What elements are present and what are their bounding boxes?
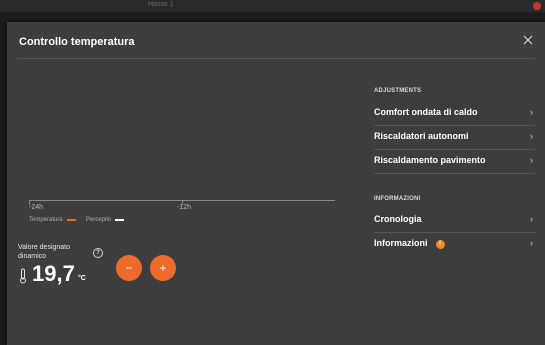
legend-label: Percepito — [86, 217, 112, 223]
row-label: Riscaldatori autonomi — [374, 131, 469, 141]
help-icon[interactable]: ? — [93, 248, 103, 258]
row-divider — [374, 173, 535, 174]
dialog-title: Controllo temperatura — [19, 36, 135, 48]
background-window-bar: Hasse 1 — [0, 0, 545, 12]
header-divider — [17, 58, 535, 59]
background-window-title: Hasse 1 — [148, 1, 174, 8]
row-riscaldamento-pavimento[interactable]: Riscaldamento pavimento › — [374, 150, 535, 174]
chevron-right-icon: › — [530, 155, 533, 165]
legend-swatch — [115, 219, 125, 221]
chevron-right-icon: › — [530, 214, 533, 224]
chevron-right-icon: › — [530, 131, 533, 141]
chevron-right-icon: › — [530, 238, 533, 248]
decrease-button[interactable]: − — [116, 255, 142, 281]
temperature-control-dialog: Controllo temperatura -24h -12h Temperat… — [7, 22, 545, 345]
legend-item-temperatura: Temperatura — [29, 217, 76, 223]
legend-label: Temperatura — [29, 217, 63, 223]
row-label-wrap: Informazioni! — [374, 238, 445, 249]
thermometer-icon — [19, 268, 27, 284]
row-label: Informazioni — [374, 238, 428, 248]
info-alert-icon: ! — [435, 240, 445, 249]
setpoint-unit: °C — [78, 275, 86, 282]
setpoint-value: 19,7 — [32, 261, 75, 286]
close-icon[interactable] — [519, 31, 537, 49]
row-label: Riscaldamento pavimento — [374, 155, 486, 165]
adjustments-header: ADJUSTMENTS — [374, 88, 422, 94]
row-label: Cronologia — [374, 214, 422, 224]
chart-tick-label-24h: -24h — [29, 204, 44, 211]
legend-swatch — [66, 219, 76, 221]
row-comfort-ondata-di-caldo[interactable]: Comfort ondata di caldo › — [374, 102, 535, 126]
row-label: Comfort ondata di caldo — [374, 107, 478, 117]
legend-item-percepito: Percepito — [86, 217, 125, 223]
notification-dot-icon — [533, 2, 541, 10]
row-cronologia[interactable]: Cronologia › — [374, 209, 535, 233]
chevron-right-icon: › — [530, 107, 533, 117]
informazioni-header: INFORMAZIONI — [374, 196, 421, 202]
row-riscaldatori-autonomi[interactable]: Riscaldatori autonomi › — [374, 126, 535, 150]
increase-button[interactable]: + — [150, 255, 176, 281]
chart-tick-label-12h: -12h — [177, 204, 192, 211]
row-informazioni[interactable]: Informazioni! › — [374, 233, 535, 257]
setpoint-label: Valore designato dinamico — [18, 244, 71, 260]
